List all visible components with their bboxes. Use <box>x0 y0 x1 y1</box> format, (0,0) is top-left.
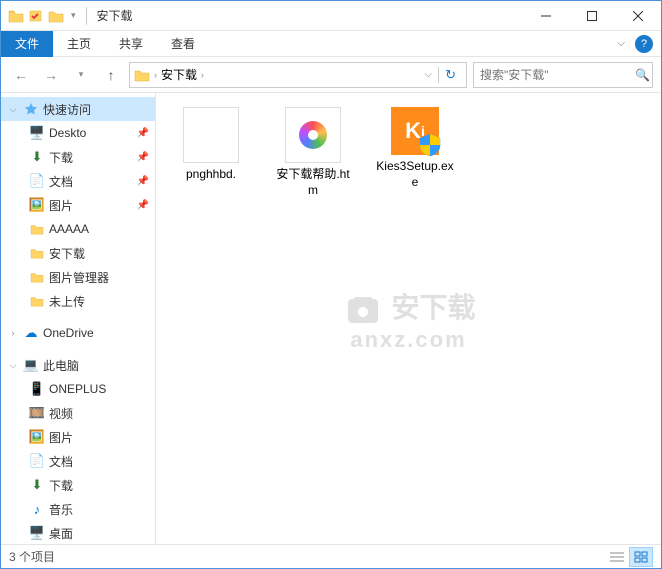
nav-sidebar[interactable]: ⌵ 快速访问 🖥️ Deskto 📌 ⬇ 下载 📌 📄 文档 📌 🖼️ 图片 📌… <box>1 93 156 544</box>
sidebar-item-pictures[interactable]: 🖼️ 图片 📌 <box>1 193 155 217</box>
file-item[interactable]: Ki Kies3Setup.exe <box>374 107 456 190</box>
pin-icon: 📌 <box>137 128 149 139</box>
folder-icon <box>29 293 45 309</box>
nav-forward-button[interactable]: → <box>39 63 63 87</box>
sidebar-item-downloads[interactable]: ⬇ 下载 <box>1 473 155 497</box>
address-dropdown-icon[interactable]: ⌵ <box>419 69 439 80</box>
sidebar-item-videos[interactable]: 🎞️ 视频 <box>1 401 155 425</box>
pin-icon: 📌 <box>137 152 149 163</box>
qat-newfolder-icon[interactable] <box>47 7 65 25</box>
titlebar: ▾ 安下载 <box>1 1 661 31</box>
folder-icon <box>29 269 45 285</box>
uac-shield-icon <box>419 133 441 157</box>
sidebar-quick-access[interactable]: ⌵ 快速访问 <box>1 97 155 121</box>
onedrive-icon: ☁ <box>23 325 39 341</box>
tab-file[interactable]: 文件 <box>1 31 53 57</box>
chevron-down-icon[interactable]: ⌵ <box>7 104 19 115</box>
star-icon <box>23 101 39 117</box>
search-input[interactable] <box>480 68 635 82</box>
pictures-icon: 🖼️ <box>29 429 45 445</box>
status-item-count: 3 个项目 <box>9 548 55 565</box>
sidebar-item-music[interactable]: ♪ 音乐 <box>1 497 155 521</box>
sidebar-item-pictures[interactable]: 🖼️ 图片 <box>1 425 155 449</box>
sidebar-item-folder[interactable]: 未上传 <box>1 289 155 313</box>
file-view[interactable]: 安下载 anxz.com pnghhbd. 安下载帮助.htm Ki <box>156 93 661 544</box>
ribbon-tabs: 文件 主页 共享 查看 ⌵ ? <box>1 31 661 57</box>
pin-icon: 📌 <box>137 176 149 187</box>
documents-icon: 📄 <box>29 173 45 189</box>
maximize-button[interactable] <box>569 1 615 31</box>
breadcrumb-root-sep[interactable]: › <box>154 70 157 80</box>
folder-icon <box>29 221 45 237</box>
file-exe-icon: Ki <box>391 107 439 155</box>
watermark: 安下载 anxz.com <box>341 285 475 353</box>
qat-dropdown-icon[interactable]: ▾ <box>67 10 80 21</box>
sidebar-item-desktop[interactable]: 🖥️ 桌面 <box>1 521 155 544</box>
address-bar[interactable]: › 安下载 › ⌵ ↻ <box>129 62 467 88</box>
window-title: 安下载 <box>97 7 133 24</box>
sidebar-item-device[interactable]: 📱 ONEPLUS <box>1 377 155 401</box>
file-item[interactable]: 安下载帮助.htm <box>272 107 354 198</box>
qat-properties-icon[interactable] <box>27 7 45 25</box>
search-box[interactable]: 🔍 <box>473 62 653 88</box>
videos-icon: 🎞️ <box>29 405 45 421</box>
device-icon: 📱 <box>29 381 45 397</box>
navbar: ← → ▾ ↑ › 安下载 › ⌵ ↻ 🔍 <box>1 57 661 93</box>
view-details-button[interactable] <box>605 547 629 567</box>
downloads-icon: ⬇ <box>29 149 45 165</box>
nav-back-button[interactable]: ← <box>9 63 33 87</box>
desktop-icon: 🖥️ <box>29 525 45 541</box>
sidebar-item-downloads[interactable]: ⬇ 下载 📌 <box>1 145 155 169</box>
breadcrumb-sep[interactable]: › <box>201 70 204 80</box>
music-icon: ♪ <box>29 501 45 517</box>
downloads-icon: ⬇ <box>29 477 45 493</box>
sidebar-item-folder[interactable]: 安下载 <box>1 241 155 265</box>
ribbon-expand-icon[interactable]: ⌵ <box>607 38 635 49</box>
sidebar-onedrive[interactable]: › ☁ OneDrive <box>1 321 155 345</box>
file-item[interactable]: pnghhbd. <box>170 107 252 183</box>
sidebar-this-pc[interactable]: ⌵ 💻 此电脑 <box>1 353 155 377</box>
file-htm-icon <box>285 107 341 163</box>
sidebar-item-folder[interactable]: AAAAA <box>1 217 155 241</box>
tab-share[interactable]: 共享 <box>105 31 157 57</box>
desktop-icon: 🖥️ <box>29 125 45 141</box>
breadcrumb-current[interactable]: 安下载 <box>161 66 197 83</box>
app-folder-icon <box>7 7 25 25</box>
sidebar-item-desktop[interactable]: 🖥️ Deskto 📌 <box>1 121 155 145</box>
sidebar-item-folder[interactable]: 图片管理器 <box>1 265 155 289</box>
minimize-button[interactable] <box>523 1 569 31</box>
statusbar: 3 个项目 <box>1 544 661 568</box>
pin-icon: 📌 <box>137 200 149 211</box>
chevron-right-icon[interactable]: › <box>7 328 19 338</box>
pc-icon: 💻 <box>23 357 39 373</box>
tab-view[interactable]: 查看 <box>157 31 209 57</box>
chevron-down-icon[interactable]: ⌵ <box>7 360 19 371</box>
close-button[interactable] <box>615 1 661 31</box>
nav-history-dropdown[interactable]: ▾ <box>69 63 93 87</box>
sidebar-item-documents[interactable]: 📄 文档 <box>1 449 155 473</box>
breadcrumb-folder-icon <box>134 68 150 82</box>
tab-home[interactable]: 主页 <box>53 31 105 57</box>
sidebar-item-documents[interactable]: 📄 文档 📌 <box>1 169 155 193</box>
folder-icon <box>29 245 45 261</box>
pictures-icon: 🖼️ <box>29 197 45 213</box>
help-button[interactable]: ? <box>635 35 653 53</box>
refresh-button[interactable]: ↻ <box>438 67 462 83</box>
documents-icon: 📄 <box>29 453 45 469</box>
file-blank-icon <box>183 107 239 163</box>
view-icons-button[interactable] <box>629 547 653 567</box>
search-icon[interactable]: 🔍 <box>635 68 650 82</box>
nav-up-button[interactable]: ↑ <box>99 63 123 87</box>
